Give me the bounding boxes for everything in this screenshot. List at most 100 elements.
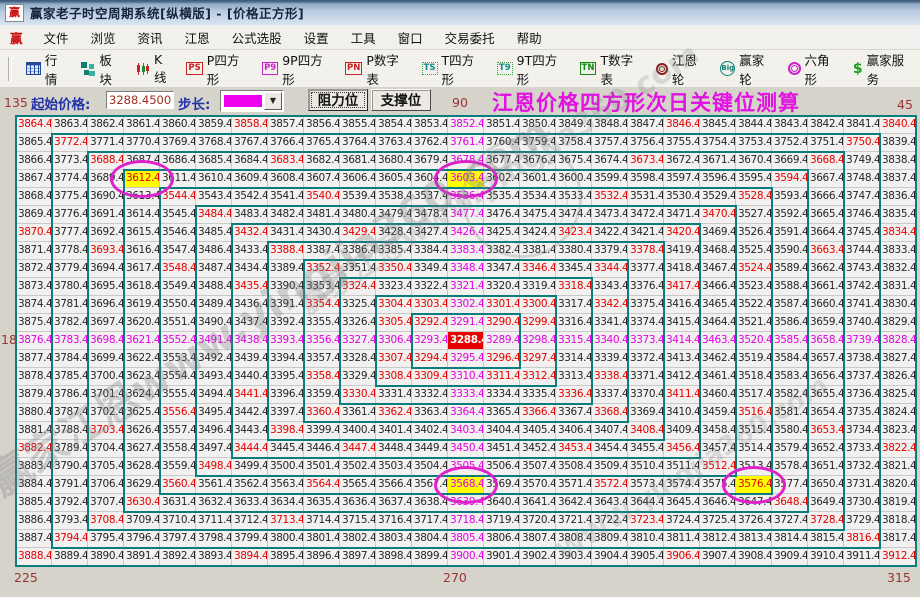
price-cell: 3594.45 [772, 170, 808, 188]
menu-item-5[interactable]: 公式选股 [221, 26, 293, 49]
pn-badge-icon: PN [345, 62, 363, 75]
price-cell: 3519.45 [736, 350, 772, 368]
price-cell: 3863.45 [52, 116, 88, 134]
price-cell: 3791.45 [52, 476, 88, 494]
price-cell: 3506.45 [484, 458, 520, 476]
price-cell: 3798.45 [196, 530, 232, 548]
price-cell: 3668.45 [808, 152, 844, 170]
price-cell: 3692.45 [88, 224, 124, 242]
price-cell: 3538.45 [376, 188, 412, 206]
price-cell: 3690.45 [88, 188, 124, 206]
toolbar-button-8[interactable]: T9 9T四方形 [490, 47, 573, 91]
angle-label-225: 225 [14, 570, 38, 585]
price-cell: 3420.45 [664, 224, 700, 242]
price-cell: 3814.45 [772, 530, 808, 548]
angle-label-90: 90 [452, 95, 468, 110]
price-cell: 3759.45 [520, 134, 556, 152]
price-cell: 3829.45 [880, 314, 916, 332]
price-cell: 3443.45 [232, 422, 268, 440]
price-cell: 3852.45 [448, 116, 484, 134]
toolbar-button-6[interactable]: PN P数字表 [338, 47, 415, 91]
price-cell: 3573.45 [628, 476, 664, 494]
price-cell: 3412.45 [664, 368, 700, 386]
menu-item-4[interactable]: 江恩 [174, 26, 221, 49]
price-cell: 3521.45 [736, 314, 772, 332]
price-cell: 3839.45 [880, 134, 916, 152]
price-cell: 3493.45 [196, 368, 232, 386]
toolbar-button-10[interactable]: 江恩轮 [649, 47, 713, 91]
price-cell: 3856.45 [304, 116, 340, 134]
dollar-icon: $ [852, 60, 863, 77]
price-cell: 3347.45 [484, 260, 520, 278]
price-cell: 3437.45 [232, 314, 268, 332]
toolbar-button-9[interactable]: TN T数字表 [573, 47, 649, 91]
price-cell: 3654.45 [808, 404, 844, 422]
price-cell: 3647.45 [736, 494, 772, 512]
toolbar-button-2[interactable]: 板块 [74, 47, 129, 91]
price-cell: 3442.45 [232, 404, 268, 422]
menu-item-3[interactable]: 资讯 [127, 26, 174, 49]
toolbar-button-1[interactable]: 行情 [19, 47, 74, 91]
price-cell: 3570.45 [520, 476, 556, 494]
toolbar-button-11[interactable]: Big 赢家轮 [713, 47, 780, 91]
resistance-button[interactable]: 阻力位 [308, 89, 368, 111]
step-color-dropdown[interactable]: ▼ [220, 90, 284, 112]
toolbar-button-label: T四方形 [441, 52, 475, 87]
child-window-icon[interactable]: 赢 [10, 28, 23, 47]
price-cell: 3774.45 [52, 170, 88, 188]
price-cell: 3621.45 [124, 332, 160, 350]
toolbar-button-7[interactable]: TS T四方形 [415, 47, 490, 91]
price-cell: 3758.45 [556, 134, 592, 152]
toolbar-button-13[interactable]: $ 赢家服务 [846, 47, 920, 91]
price-cell: 3300.45 [520, 296, 556, 314]
price-cell: 3490.45 [196, 314, 232, 332]
toolbar-button-4[interactable]: PS P四方形 [179, 47, 255, 91]
price-cell: 3396.45 [268, 386, 304, 404]
menu-item-7[interactable]: 工具 [340, 26, 387, 49]
toolbar-button-12[interactable]: 六角形 [781, 47, 846, 91]
price-cell: 3440.45 [232, 368, 268, 386]
price-cell: 3374.45 [628, 314, 664, 332]
price-cell: 3417.45 [664, 278, 700, 296]
price-cell: 3586.45 [772, 314, 808, 332]
price-cell: 3335.45 [520, 386, 556, 404]
title-bar[interactable]: 赢 赢家老子时空周期系统[纵横版] - [价格正方形] [0, 0, 920, 25]
menu-item-8[interactable]: 窗口 [387, 26, 434, 49]
price-cell: 3379.45 [592, 242, 628, 260]
price-cell: 3556.45 [160, 404, 196, 422]
price-cell: 3749.45 [844, 152, 880, 170]
price-cell: 3375.45 [628, 296, 664, 314]
price-cell: 3553.45 [160, 350, 196, 368]
price-cell: 3710.45 [160, 512, 196, 530]
price-cell: 3537.45 [412, 188, 448, 206]
price-cell: 3496.45 [196, 422, 232, 440]
price-cell: 3721.45 [556, 512, 592, 530]
toolbar-button-3[interactable]: K线 [129, 47, 179, 91]
price-cell: 3682.45 [304, 152, 340, 170]
price-cell: 3535.45 [484, 188, 520, 206]
price-cell: 3725.45 [700, 512, 736, 530]
price-cell: 3731.45 [844, 476, 880, 494]
start-price-input[interactable] [106, 91, 174, 109]
price-cell: 3699.45 [88, 350, 124, 368]
menu-item-9[interactable]: 交易委托 [434, 26, 506, 49]
menu-item-1[interactable]: 文件 [33, 26, 80, 49]
price-cell: 3819.45 [880, 494, 916, 512]
menu-item-10[interactable]: 帮助 [506, 26, 553, 49]
price-cell: 3356.45 [304, 332, 340, 350]
toolbar-button-5[interactable]: P9 9P四方形 [255, 47, 338, 91]
angle-label-270: 270 [443, 570, 467, 585]
price-cell: 3718.45 [448, 512, 484, 530]
chevron-down-icon[interactable]: ▼ [264, 92, 282, 110]
menu-item-6[interactable]: 设置 [293, 26, 340, 49]
menu-item-2[interactable]: 浏览 [80, 26, 127, 49]
price-cell: 3876.45 [16, 332, 52, 350]
support-button[interactable]: 支撑位 [371, 89, 431, 111]
price-cell: 3539.45 [340, 188, 376, 206]
price-cell: 3346.45 [520, 260, 556, 278]
price-cell: 3887.45 [16, 530, 52, 548]
price-cell: 3649.45 [808, 494, 844, 512]
price-cell: 3867.45 [16, 170, 52, 188]
price-cell: 3398.45 [268, 422, 304, 440]
price-cell: 3457.45 [700, 440, 736, 458]
